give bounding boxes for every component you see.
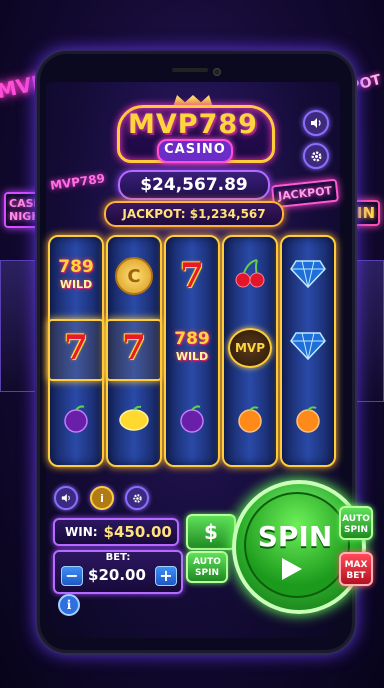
reel-1: 789 WILD 7 <box>48 235 104 467</box>
plum-symbol <box>60 403 92 442</box>
reel-symbol: 7 <box>50 313 102 383</box>
auto-spin-side-button[interactable]: AUTO SPIN <box>339 506 373 540</box>
speaker-icon <box>61 493 70 503</box>
reel-symbol: 7 <box>166 241 218 311</box>
reel-symbol <box>50 387 102 457</box>
plum-symbol <box>176 403 208 442</box>
diamond-symbol <box>290 331 326 365</box>
789-wild-symbol: 789 WILD <box>174 329 210 364</box>
789-wild-symbol: 789 WILD <box>58 257 94 292</box>
reel-4: MVP <box>222 235 278 467</box>
reel-symbol <box>282 387 334 457</box>
bet-control: BET: − $20.00 + <box>53 550 183 594</box>
reel-symbol <box>282 313 334 383</box>
settings-small-button[interactable] <box>125 486 149 510</box>
jackpot-display: JACKPOT: $1,234,567 <box>104 201 284 227</box>
increase-bet-button[interactable]: + <box>155 566 177 586</box>
balance-display: $24,567.89 <box>118 170 270 200</box>
gear-icon <box>311 151 321 161</box>
reel-5 <box>280 235 336 467</box>
info-icon: i <box>100 491 104 505</box>
win-display: WIN: $450.00 <box>53 518 179 546</box>
reel-3: 7 789 WILD <box>164 235 220 467</box>
speaker-icon <box>311 118 321 128</box>
orange-symbol <box>292 403 324 442</box>
slot-reels: 789 WILD 7 C 7 7 789 WILD MVP <box>48 235 338 467</box>
lemon-symbol <box>117 404 151 441</box>
logo-subtitle: CASINO <box>157 139 233 163</box>
sound-toggle-button[interactable] <box>303 110 329 136</box>
info-button[interactable]: i <box>58 594 80 616</box>
gear-icon <box>132 493 142 503</box>
reel-symbol <box>224 241 276 311</box>
max-bet-button[interactable]: MAX BET <box>339 552 373 586</box>
cherry-symbol <box>233 256 267 297</box>
paytable-info-button[interactable]: i <box>90 486 114 510</box>
orange-symbol <box>234 403 266 442</box>
reel-symbol <box>108 387 160 457</box>
reel-symbol: 789 WILD <box>166 313 218 383</box>
reel-symbol: 789 WILD <box>50 241 102 311</box>
play-icon[interactable] <box>282 558 302 580</box>
reel-symbol: MVP <box>224 313 276 383</box>
reel-symbol <box>224 387 276 457</box>
coin-symbol: C <box>115 257 153 295</box>
phone-camera <box>213 68 221 76</box>
seven-symbol: 7 <box>180 256 204 296</box>
diamond-symbol <box>290 259 326 293</box>
phone-speaker <box>172 68 208 72</box>
casino-logo: MVP789 CASINO <box>103 95 283 165</box>
win-value: $450.00 <box>103 523 172 541</box>
seven-symbol: 7 <box>64 328 88 368</box>
sound-button[interactable] <box>54 486 78 510</box>
slot-machine-background-left <box>0 260 42 392</box>
bet-label: BET: <box>105 552 131 563</box>
reel-symbol: 7 <box>108 313 160 383</box>
reel-symbol <box>282 241 334 311</box>
seven-symbol: 7 <box>122 328 146 368</box>
bet-value: $20.00 <box>88 566 146 584</box>
decrease-bet-button[interactable]: − <box>61 566 83 586</box>
info-icon: i <box>66 598 72 612</box>
mvp-symbol: MVP <box>228 328 272 368</box>
logo-title: MVP789 <box>128 109 258 140</box>
reel-symbol: C <box>108 241 160 311</box>
reel-2: C 7 <box>106 235 162 467</box>
reel-symbol <box>166 387 218 457</box>
win-label: WIN: <box>65 525 98 539</box>
settings-button[interactable] <box>303 143 329 169</box>
